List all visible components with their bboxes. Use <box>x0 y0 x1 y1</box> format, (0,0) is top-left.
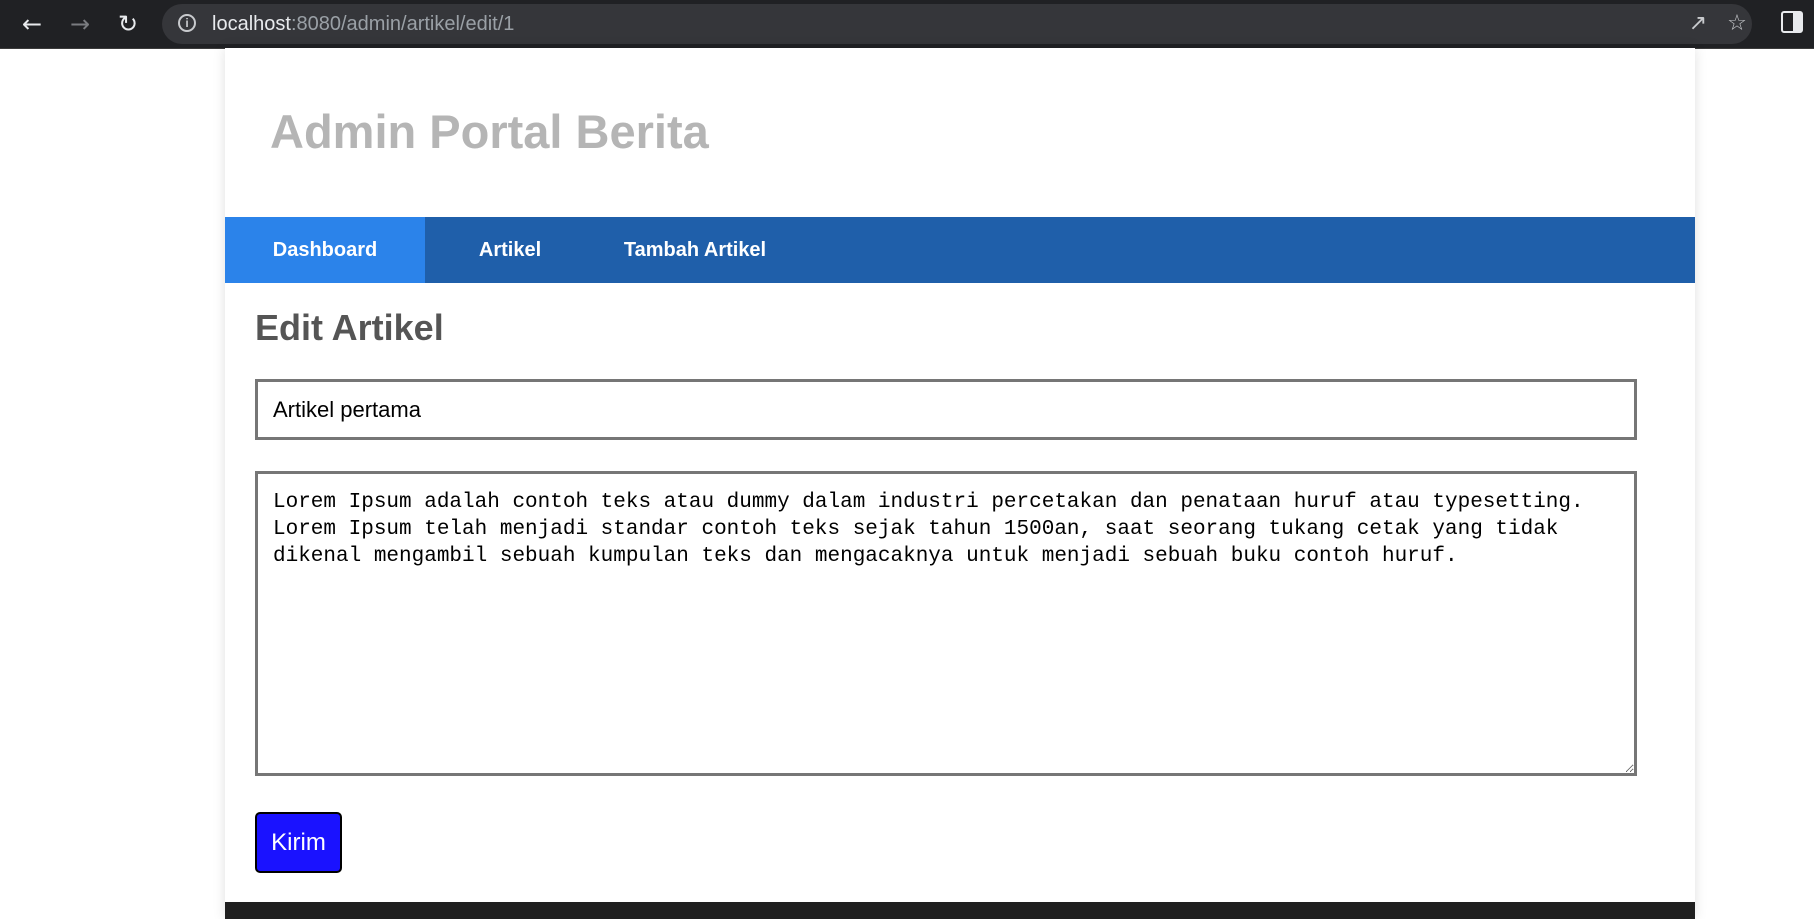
site-info-icon[interactable]: i <box>178 14 196 32</box>
url-host: localhost <box>212 13 291 35</box>
address-bar[interactable]: i localhost:8080/admin/artikel/edit/1 ↗ … <box>162 4 1752 44</box>
page-title: Edit Artikel <box>255 307 444 348</box>
site-title: Admin Portal Berita <box>270 105 709 158</box>
submit-button[interactable]: Kirim <box>255 812 342 873</box>
footer <box>225 902 1695 919</box>
nav-item-tambah-artikel[interactable]: Tambah Artikel <box>595 217 795 283</box>
reload-icon[interactable]: ↻ <box>112 8 144 40</box>
nav-item-artikel[interactable]: Artikel <box>425 217 595 283</box>
url-text[interactable]: localhost:8080/admin/artikel/edit/1 <box>212 13 514 36</box>
forward-arrow-icon[interactable]: → <box>64 8 96 40</box>
side-panel-icon[interactable] <box>1781 11 1803 33</box>
title-input[interactable] <box>255 379 1637 440</box>
star-icon[interactable]: ☆ <box>1723 10 1751 38</box>
nav-item-dashboard[interactable]: Dashboard <box>225 217 425 283</box>
back-arrow-icon[interactable]: ← <box>16 8 48 40</box>
browser-toolbar: ← → ↻ i localhost:8080/admin/artikel/edi… <box>0 0 1814 49</box>
main-nav: Dashboard Artikel Tambah Artikel <box>225 217 1695 283</box>
content-textarea[interactable]: Lorem Ipsum adalah contoh teks atau dumm… <box>255 471 1637 776</box>
share-icon[interactable]: ↗ <box>1684 10 1712 38</box>
url-path: :8080/admin/artikel/edit/1 <box>290 13 515 35</box>
